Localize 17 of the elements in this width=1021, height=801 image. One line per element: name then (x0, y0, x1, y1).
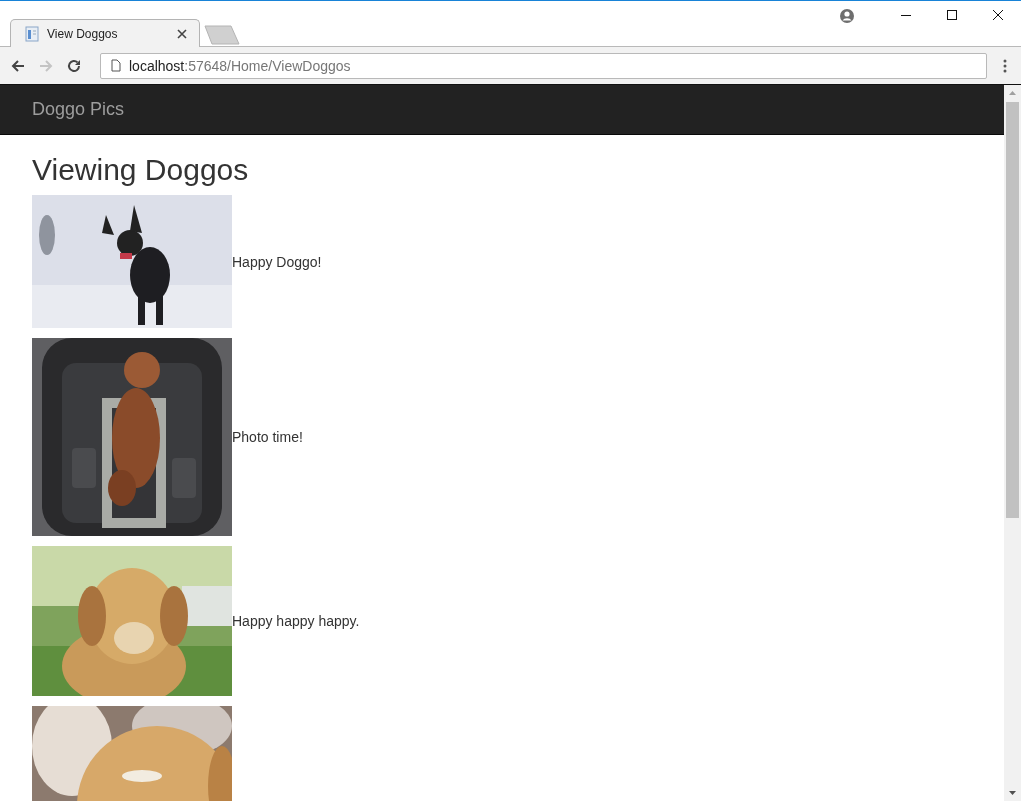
photo-caption: Photo time! (232, 429, 303, 445)
scrollbar-thumb[interactable] (1006, 102, 1019, 518)
browser-tab[interactable]: View Doggos (10, 19, 200, 47)
scrollbar[interactable] (1004, 85, 1021, 801)
account-icon[interactable] (839, 8, 855, 24)
back-button[interactable] (10, 57, 26, 74)
photo-caption: Happy Doggo! (232, 253, 322, 270)
photo-caption: Happy happy happy. (232, 613, 360, 629)
page-icon (25, 25, 39, 42)
close-icon[interactable] (177, 28, 187, 39)
address-bar[interactable]: localhost:57648/Home/ViewDoggos (100, 52, 987, 79)
menu-icon[interactable] (1003, 57, 1007, 74)
page-icon (111, 59, 121, 72)
page-heading: Viewing Doggos (32, 153, 250, 187)
reload-button[interactable] (66, 57, 82, 74)
url-text: localhost:57648/Home/ViewDoggos (129, 57, 351, 74)
brand-link[interactable]: Doggo Pics (32, 99, 125, 120)
